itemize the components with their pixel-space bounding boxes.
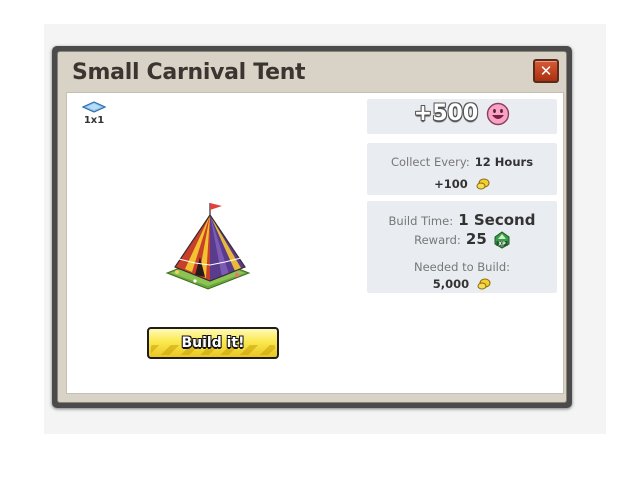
build-button-label: Build it! [181, 335, 245, 351]
footprint-size-label: 1x1 [83, 115, 105, 126]
collect-every-label: Collect Every: [390, 155, 470, 169]
tile-footprint-icon [82, 101, 106, 113]
build-reward-label: Reward: [414, 233, 461, 247]
close-icon: ✕ [539, 62, 553, 80]
collect-interval-value: 12 Hours [474, 155, 534, 169]
build-reward-row: Reward: 25 XP [367, 229, 557, 249]
needed-value-row: 5,000 [367, 273, 557, 292]
xp-icon: XP [494, 230, 510, 249]
build-button[interactable]: Build it! [147, 327, 279, 359]
happiness-reward-panel: +500 [367, 99, 557, 134]
building-dialog: Small Carnival Tent ✕ 1x1 Build it! +500… [52, 46, 572, 408]
build-time-value: 1 Second [458, 211, 536, 229]
needed-to-build-value: 5,000 [432, 277, 470, 291]
build-info-panel: Build Time: 1 Second Reward: 25 XP Neede… [367, 201, 557, 293]
build-time-label: Build Time: [388, 214, 454, 228]
coin-icon [477, 278, 491, 289]
happiness-smile-icon [487, 102, 510, 125]
collect-coins-row: +100 [367, 173, 557, 192]
needed-to-build-label: Needed to Build: [413, 260, 511, 274]
collect-panel: Collect Every: 12 Hours +100 [367, 143, 557, 195]
footprint-indicator: 1x1 [81, 101, 107, 126]
build-time-row: Build Time: 1 Second [367, 210, 557, 229]
collect-coins-value: +100 [434, 177, 468, 191]
close-button[interactable]: ✕ [533, 59, 559, 83]
svg-text:XP: XP [498, 241, 506, 247]
collect-interval-row: Collect Every: 12 Hours [367, 151, 557, 170]
dialog-title: Small Carnival Tent [72, 60, 306, 85]
dialog-frame: Small Carnival Tent ✕ 1x1 Build it! +500… [57, 51, 567, 403]
dialog-content: 1x1 Build it! +500 Collect Every: 12 Hou… [66, 92, 564, 394]
happiness-amount: +500 [413, 101, 479, 126]
carnival-tent-image [165, 203, 251, 290]
coin-icon [476, 178, 490, 189]
build-reward-value: 25 [465, 230, 487, 248]
